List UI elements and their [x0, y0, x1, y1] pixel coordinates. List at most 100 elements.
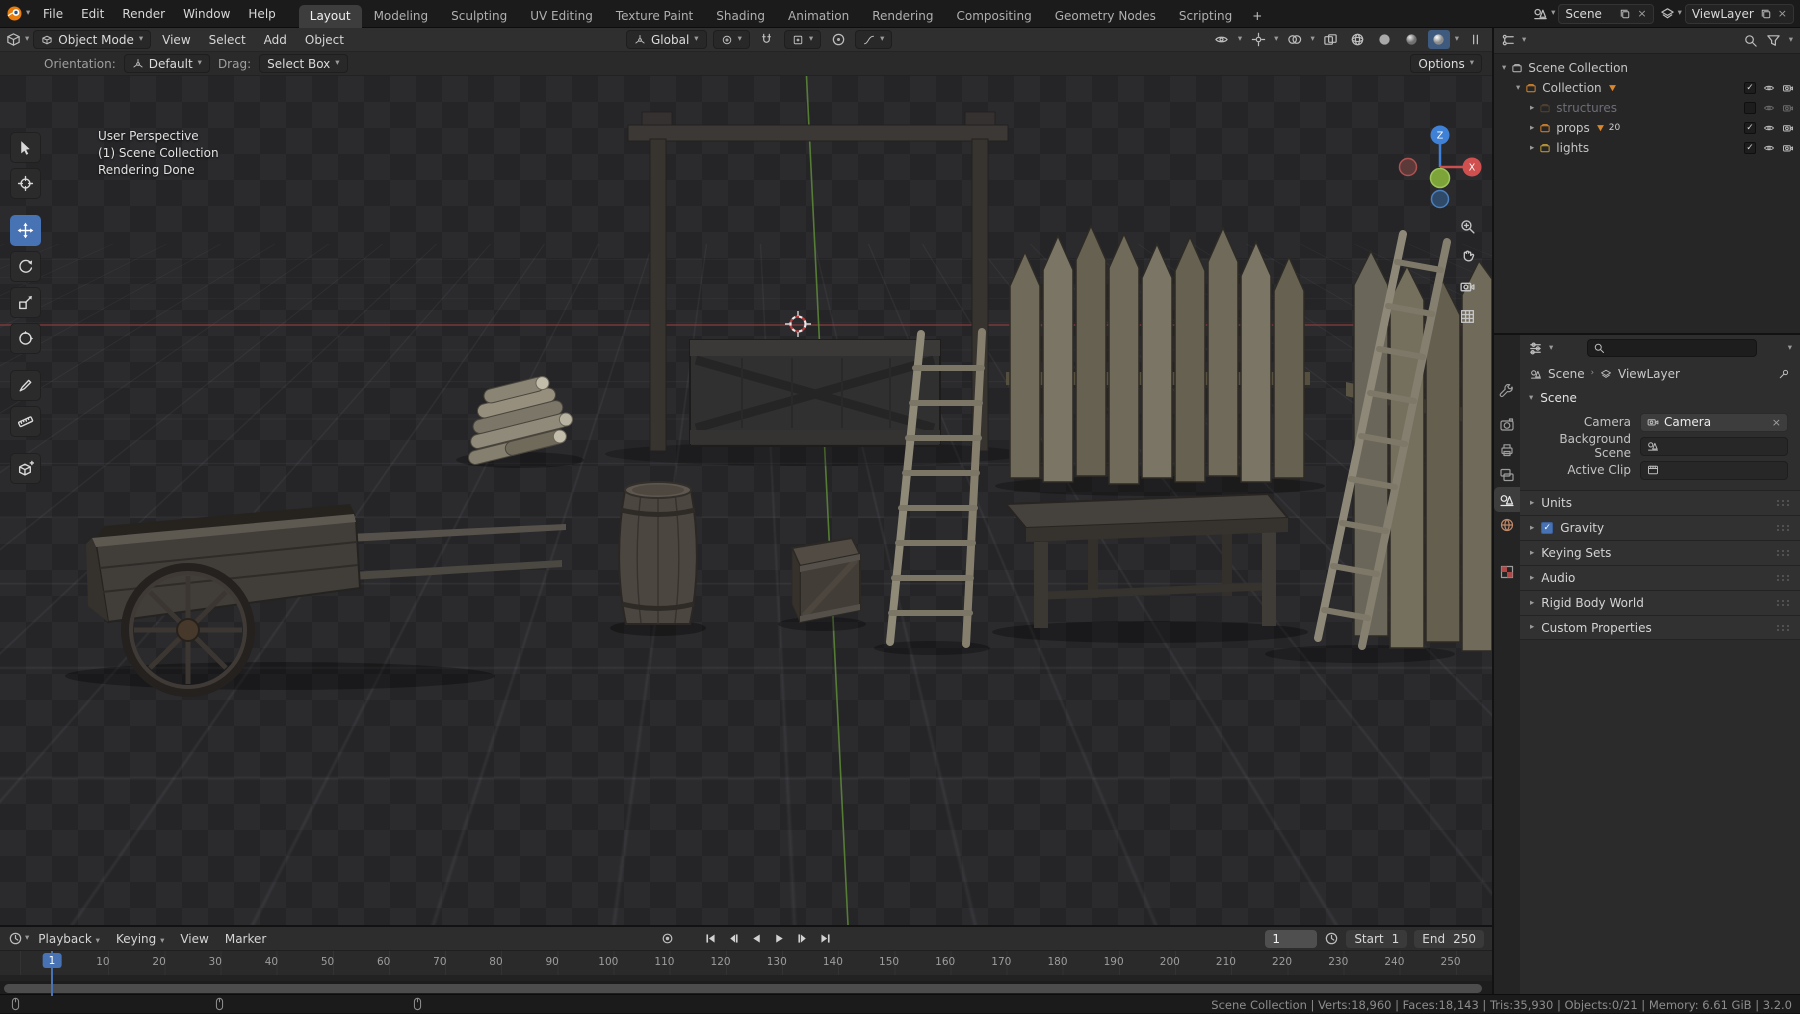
jump-to-end-button[interactable]	[815, 930, 835, 948]
annotate-tool[interactable]	[10, 370, 41, 401]
chevron-down-icon[interactable]: ▾	[1549, 344, 1553, 353]
tab-tool[interactable]	[1494, 379, 1520, 404]
chevron-down-icon[interactable]: ▾	[1238, 35, 1242, 44]
expand-icon[interactable]: ▸	[1530, 104, 1534, 113]
transform-tool[interactable]	[10, 323, 41, 354]
proportional-falloff-dropdown[interactable]: ▾	[855, 30, 893, 49]
tab-scene[interactable]	[1494, 487, 1520, 512]
tab-uv-editing[interactable]: UV Editing	[519, 5, 604, 28]
editor-type-timeline-icon[interactable]	[8, 931, 23, 946]
unlink-scene-icon[interactable]: ×	[1637, 8, 1646, 19]
cursor-tool[interactable]	[10, 168, 41, 199]
prop-log-pile[interactable]	[453, 371, 577, 466]
use-preview-range-icon[interactable]	[1324, 931, 1339, 946]
snap-target-dropdown[interactable]: ▾	[783, 30, 822, 49]
disable-render-camera-icon[interactable]	[1782, 102, 1794, 114]
section-units[interactable]: ▸ Units	[1520, 490, 1800, 515]
chevron-down-icon[interactable]: ▾	[25, 934, 29, 943]
menu-edit[interactable]: Edit	[72, 0, 113, 28]
exclude-checkbox[interactable]: ✓	[1744, 122, 1756, 134]
pan-hand-icon[interactable]	[1459, 248, 1476, 265]
menu-file[interactable]: File	[34, 0, 72, 28]
disable-render-camera-icon[interactable]	[1782, 142, 1794, 154]
visibility-dropdown[interactable]	[1211, 30, 1233, 49]
gizmo-axis-neg-z[interactable]	[1430, 189, 1450, 209]
scene-name-field[interactable]: Scene ×	[1558, 3, 1654, 24]
menu-object[interactable]: Object	[298, 33, 351, 47]
menu-select[interactable]: Select	[202, 33, 253, 47]
prop-barrel[interactable]	[618, 481, 698, 625]
pin-icon[interactable]	[1778, 368, 1790, 380]
measure-tool[interactable]	[10, 406, 41, 437]
section-audio[interactable]: ▸ Audio	[1520, 565, 1800, 590]
expand-icon[interactable]: ▾	[1516, 84, 1520, 93]
shading-wireframe-button[interactable]	[1347, 30, 1369, 49]
prop-palisade-fence[interactable]	[1006, 224, 1310, 485]
prev-keyframe-button[interactable]	[723, 930, 743, 948]
chevron-down-icon[interactable]: ▾	[1310, 35, 1314, 44]
menu-render[interactable]: Render	[113, 0, 174, 28]
menu-marker[interactable]: Marker	[218, 932, 273, 946]
tab-texture-paint[interactable]: Texture Paint	[605, 5, 704, 28]
disable-render-camera-icon[interactable]	[1782, 82, 1794, 94]
tab-output[interactable]	[1494, 437, 1520, 462]
chevron-down-icon[interactable]: ▾	[25, 35, 29, 44]
hide-eye-icon[interactable]	[1763, 82, 1775, 94]
section-gravity[interactable]: ▸ ✓ Gravity	[1520, 515, 1800, 540]
tab-scripting[interactable]: Scripting	[1168, 5, 1243, 28]
filter-funnel-icon[interactable]	[1766, 33, 1781, 48]
scene-panel-header[interactable]: ▾ Scene	[1520, 386, 1800, 410]
play-button[interactable]	[769, 930, 789, 948]
editor-type-viewport-icon[interactable]	[6, 32, 21, 47]
timeline-scrollbar[interactable]	[0, 981, 1492, 995]
camera-view-icon[interactable]	[1459, 278, 1476, 295]
hide-eye-icon[interactable]	[1763, 122, 1775, 134]
gizmo-axis-y[interactable]	[1429, 167, 1451, 189]
menu-playback[interactable]: Playback ▾	[31, 932, 107, 946]
new-scene-icon[interactable]	[1619, 8, 1631, 20]
editor-type-outliner-icon[interactable]	[1501, 33, 1516, 48]
exclude-checkbox[interactable]: ✓	[1744, 142, 1756, 154]
frame-start-field[interactable]: Start 1	[1346, 929, 1408, 948]
overlays-dropdown[interactable]	[1283, 30, 1305, 49]
menu-view[interactable]: View	[155, 33, 197, 47]
chevron-down-icon[interactable]: ▾	[1274, 35, 1278, 44]
breadcrumb-scene[interactable]: Scene	[1548, 367, 1585, 381]
auto-key-toggle[interactable]	[660, 927, 675, 950]
tab-texture[interactable]	[1494, 559, 1520, 584]
tab-shading[interactable]: Shading	[705, 5, 776, 28]
exclude-checkbox[interactable]: ✓	[1744, 102, 1756, 114]
select-box-tool[interactable]	[10, 132, 41, 163]
expand-icon[interactable]: ▸	[1530, 124, 1534, 133]
browse-scene-icon[interactable]: ▾	[1551, 9, 1555, 18]
active-clip-field[interactable]	[1640, 460, 1788, 480]
gizmos-dropdown[interactable]	[1247, 30, 1269, 49]
disable-render-camera-icon[interactable]	[1782, 122, 1794, 134]
tab-sculpting[interactable]: Sculpting	[440, 5, 518, 28]
drag-mode-dropdown[interactable]: Select Box ▾	[259, 54, 348, 73]
properties-search-input[interactable]	[1609, 341, 1752, 355]
next-keyframe-button[interactable]	[792, 930, 812, 948]
scale-tool[interactable]	[10, 287, 41, 318]
outliner-row-collection[interactable]: ▾ Collection ✓	[1494, 78, 1800, 98]
frame-end-field[interactable]: End 250	[1414, 929, 1484, 948]
add-cube-tool[interactable]	[10, 453, 41, 484]
chevron-down-icon[interactable]: ▾	[1522, 36, 1526, 45]
gravity-checkbox[interactable]: ✓	[1541, 522, 1554, 534]
play-reverse-button[interactable]	[746, 930, 766, 948]
section-keying-sets[interactable]: ▸ Keying Sets	[1520, 540, 1800, 565]
expand-icon[interactable]: ▾	[1502, 64, 1506, 73]
outliner-row-lights[interactable]: ▸ lights ✓	[1494, 138, 1800, 158]
section-custom-properties[interactable]: ▸ Custom Properties	[1520, 615, 1800, 640]
tab-world[interactable]	[1494, 512, 1520, 537]
pivot-point-dropdown[interactable]: ▾	[712, 30, 750, 49]
outliner-row-scene-collection[interactable]: ▾ Scene Collection	[1494, 58, 1800, 78]
options-dropdown[interactable]: Options ▾	[1410, 54, 1482, 73]
new-view-layer-icon[interactable]	[1760, 8, 1772, 20]
tab-layout[interactable]: Layout	[298, 4, 362, 28]
tab-geometry-nodes[interactable]: Geometry Nodes	[1044, 5, 1167, 28]
prop-crate[interactable]	[790, 536, 862, 624]
chevron-down-icon[interactable]: ▾	[1789, 36, 1793, 45]
viewport-3d[interactable]: ▾ Object Mode ▾ View Select Add Object G…	[0, 28, 1492, 925]
tab-compositing[interactable]: Compositing	[945, 5, 1042, 28]
